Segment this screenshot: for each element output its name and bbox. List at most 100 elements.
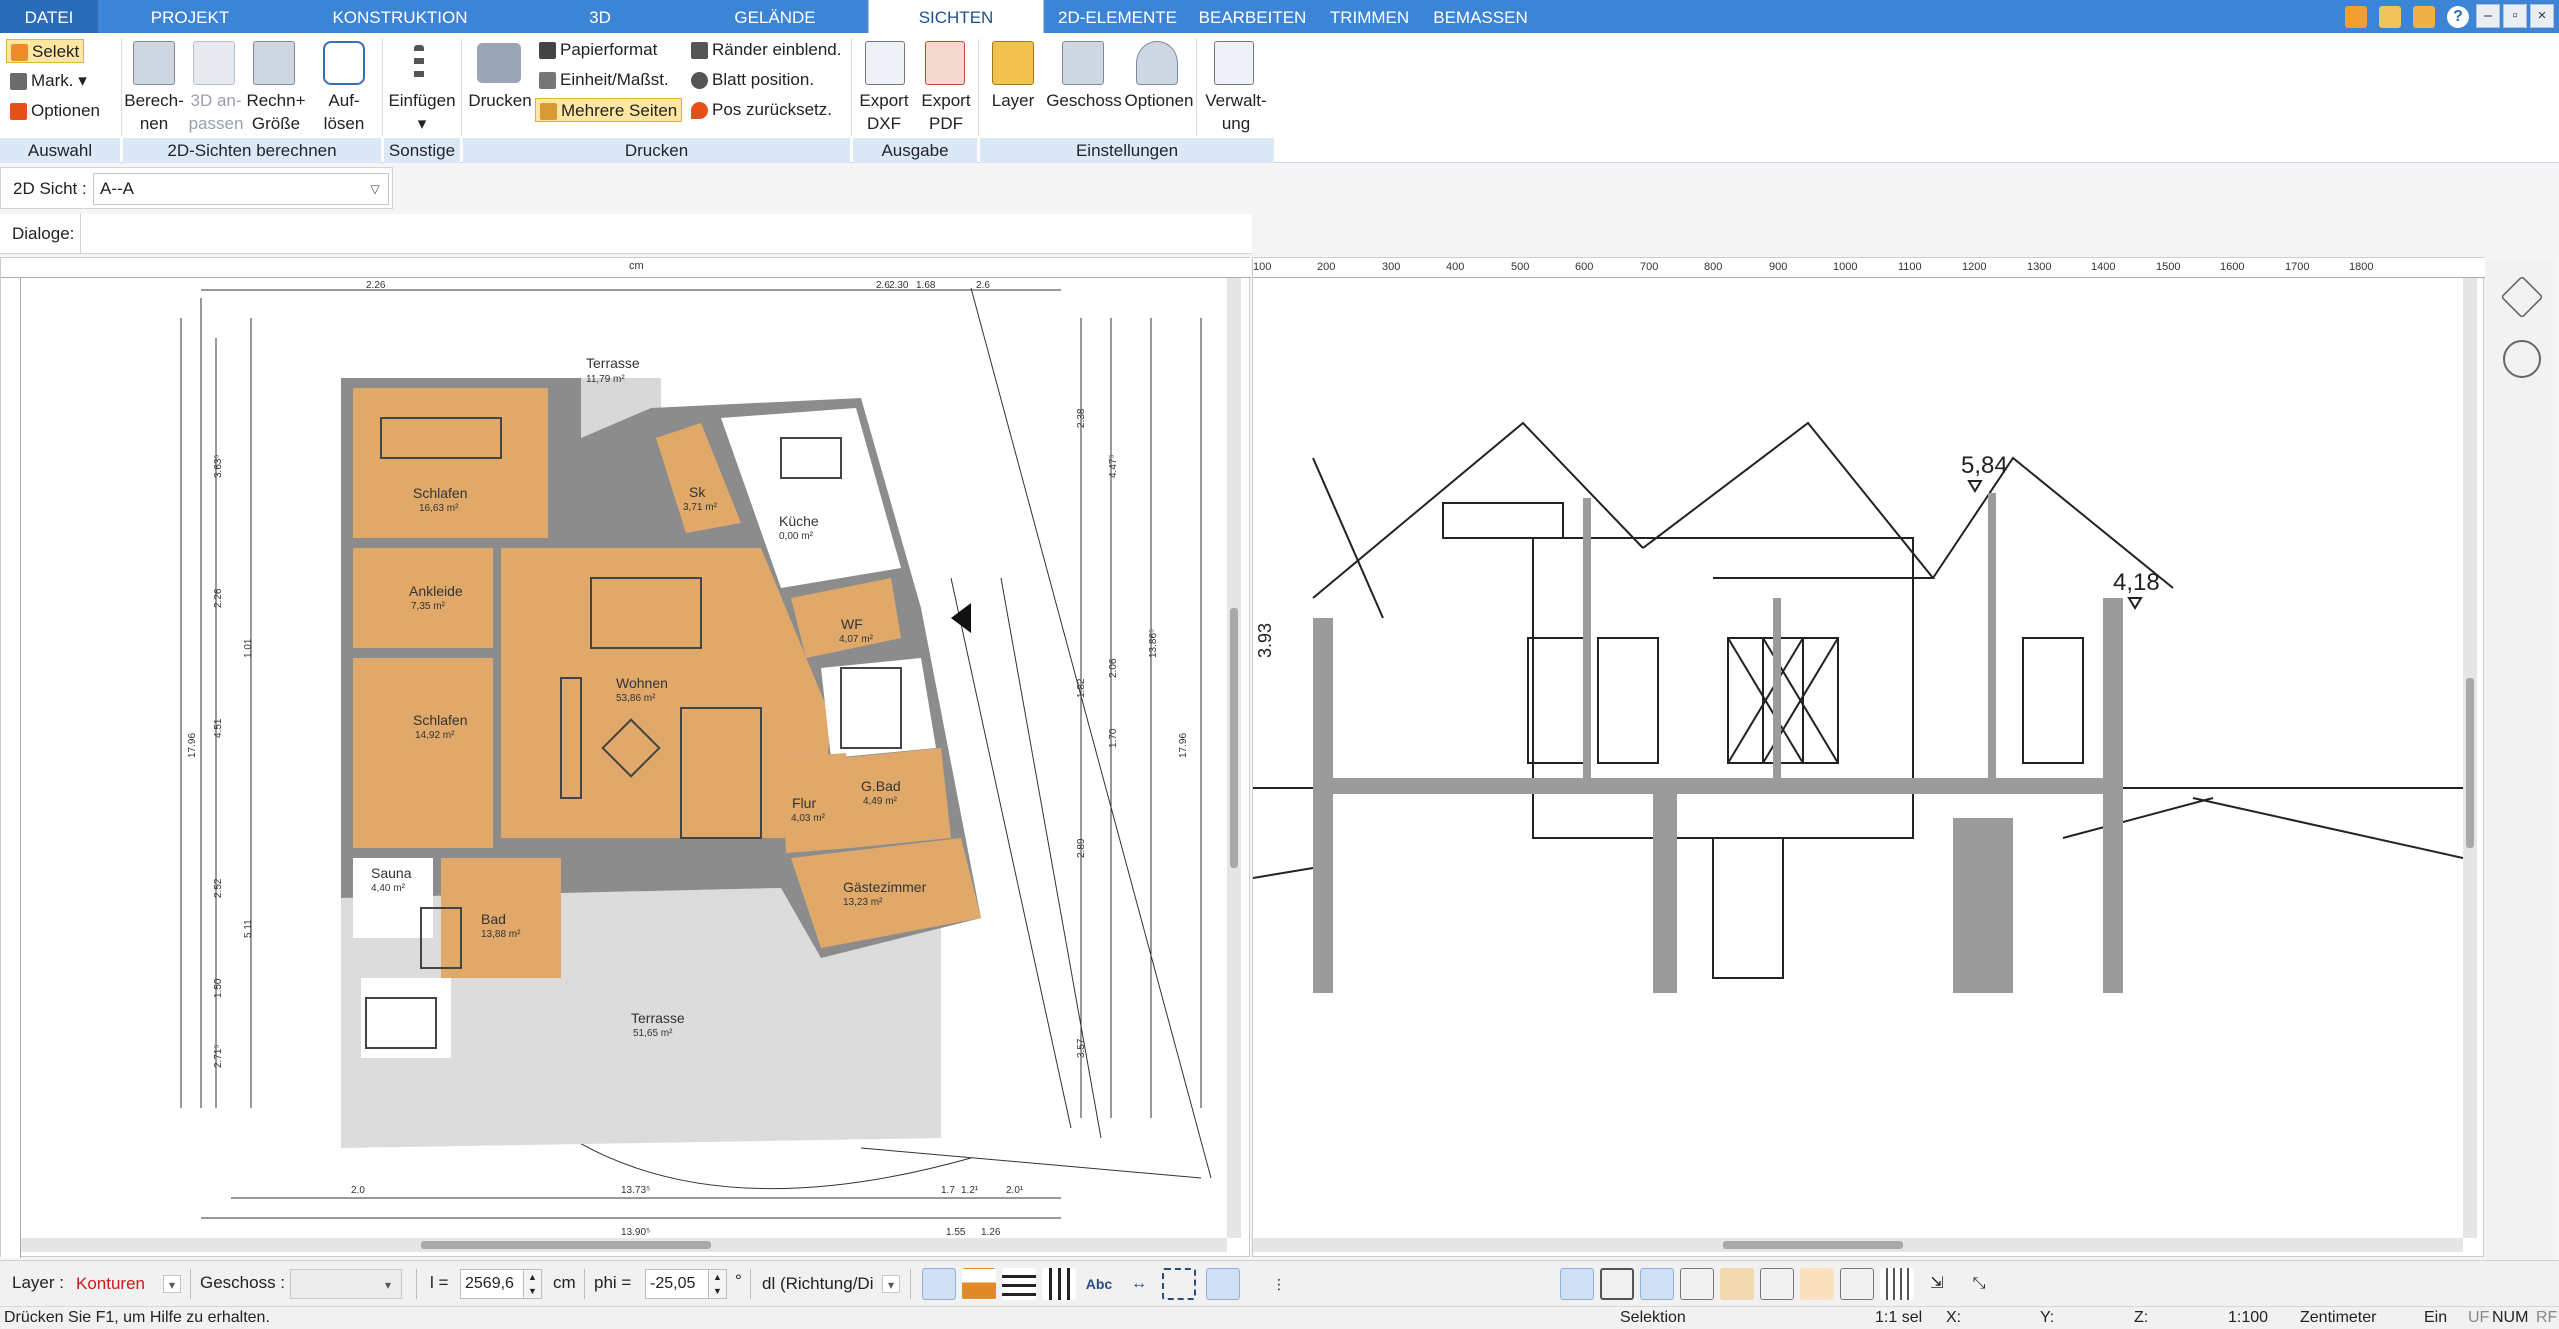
fill-tool-button[interactable] xyxy=(962,1268,996,1300)
room-label: Flur xyxy=(792,795,816,811)
length-input[interactable]: 2569,6 ▲ ▼ xyxy=(460,1269,542,1299)
scroll-thumb[interactable] xyxy=(1723,1241,1903,1249)
view-select[interactable]: A--A ▽ xyxy=(93,173,389,205)
scroll-thumb[interactable] xyxy=(421,1241,711,1249)
hatch-tool-button[interactable] xyxy=(922,1268,956,1300)
tab-sichten[interactable]: SICHTEN xyxy=(868,0,1044,33)
dimension-tool-button[interactable]: ↔ xyxy=(1122,1268,1156,1300)
ruler-label: 1400 xyxy=(2091,261,2116,273)
more-icon[interactable]: ⋮ xyxy=(1262,1268,1296,1300)
phi-input[interactable]: -25,05 ▲ ▼ xyxy=(645,1269,727,1299)
grid-view-button[interactable] xyxy=(1640,1268,1674,1300)
restore-icon[interactable]: ▫ xyxy=(2503,4,2527,28)
section-drawing[interactable]: 5,84 4,18 3.93 xyxy=(1253,278,2463,1238)
stepper-icon[interactable]: ▲ ▼ xyxy=(708,1270,726,1298)
snap-point-button[interactable] xyxy=(1840,1268,1874,1300)
snap-image-button[interactable] xyxy=(1720,1268,1754,1300)
tab-konstruktion[interactable]: KONSTRUKTION xyxy=(325,0,475,33)
reset-position-button[interactable]: Pos zurücksetz. xyxy=(691,98,832,122)
tab-3d[interactable]: 3D xyxy=(570,0,630,33)
vertical-scrollbar[interactable] xyxy=(2463,278,2477,1238)
frame-tool-button[interactable] xyxy=(1162,1268,1196,1300)
dimension-text: 13.73⁵ xyxy=(621,1185,650,1196)
view-button[interactable] xyxy=(1600,1268,1634,1300)
print-button[interactable]: Drucken xyxy=(463,89,537,112)
scroll-thumb[interactable] xyxy=(1230,608,1238,868)
snap-center-button[interactable] xyxy=(1800,1268,1834,1300)
multi-page-button[interactable]: Mehrere Seiten xyxy=(535,98,683,122)
view-toggle-button[interactable] xyxy=(1560,1268,1594,1300)
layer-select[interactable]: Konturen ▾ xyxy=(70,1269,185,1299)
zoom-extents-icon[interactable] xyxy=(2503,340,2541,378)
group-drucken: Drucken Papierformat Einheit/Maßst. Mehr… xyxy=(463,33,850,163)
show-margins-button[interactable]: Ränder einblend. xyxy=(691,38,841,62)
calculate-button[interactable]: Berech- nen xyxy=(123,89,185,135)
admin-button[interactable]: Verwalt- ung xyxy=(1198,89,1274,135)
storey-select[interactable]: ▾ xyxy=(290,1269,402,1299)
unit-scale-button[interactable]: Einheit/Maßst. xyxy=(539,68,669,92)
frame-select-button[interactable] xyxy=(1206,1268,1240,1300)
ortho-button[interactable]: ⇲ xyxy=(1920,1268,1954,1300)
chevron-down-icon[interactable]: ▾ xyxy=(882,1275,900,1293)
close-icon[interactable]: × xyxy=(2530,4,2554,28)
resolve-button[interactable]: Auf- lösen xyxy=(313,89,375,135)
stepper-icon[interactable]: ▲ ▼ xyxy=(523,1270,541,1298)
print-preview-icon[interactable] xyxy=(2413,6,2435,28)
chevron-down-icon[interactable]: ▽ xyxy=(366,180,384,198)
line-style-button[interactable] xyxy=(1042,1268,1076,1300)
rf-indicator: RF xyxy=(2536,1309,2558,1326)
chevron-down-icon[interactable]: ▾ xyxy=(163,1275,181,1293)
floor-plan-drawing[interactable]: Terrasse 11,79 m² Schlafen 16,63 m² Sk 3… xyxy=(21,278,1231,1238)
scroll-thumb[interactable] xyxy=(2466,678,2474,848)
snap-button[interactable] xyxy=(1680,1268,1714,1300)
horizontal-scrollbar[interactable] xyxy=(1253,1238,2463,1252)
tab-2d-elemente[interactable]: 2D-ELEMENTE xyxy=(1055,0,1180,33)
snap-corner-button[interactable] xyxy=(1760,1268,1794,1300)
dimension-text: 13.86⁵ xyxy=(1148,629,1159,658)
settings-options-button[interactable]: Optionen xyxy=(1122,89,1196,112)
minimize-icon[interactable]: – xyxy=(2476,4,2500,28)
group-label: Drucken xyxy=(463,138,850,163)
dimension-text: 2.0 xyxy=(351,1185,365,1196)
horizontal-scrollbar[interactable] xyxy=(21,1238,1227,1252)
divider xyxy=(910,1269,911,1299)
tab-projekt[interactable]: PROJEKT xyxy=(140,0,240,33)
group-admin: Verwalt- ung xyxy=(1198,33,1274,163)
layers-icon[interactable] xyxy=(2500,275,2544,319)
height-label: 5,84 xyxy=(1961,452,2008,479)
group-label: 2D-Sichten berechnen xyxy=(123,138,381,163)
ruler-label: 1600 xyxy=(2220,261,2245,273)
text-tool-button[interactable]: Abc xyxy=(1082,1268,1116,1300)
export-pdf-button[interactable]: Export PDF xyxy=(915,89,977,135)
view-label: 2D Sicht : xyxy=(13,179,87,198)
tab-bearbeiten[interactable]: BEARBEITEN xyxy=(1195,0,1310,33)
vertical-scrollbar[interactable] xyxy=(1227,278,1241,1238)
height-label: 4,18 xyxy=(2113,569,2160,596)
paper-format-button[interactable]: Papierformat xyxy=(539,38,657,62)
insert-button[interactable]: Einfügen ▾ xyxy=(384,89,460,135)
select-button[interactable]: Selekt xyxy=(6,39,85,63)
tab-gelaende[interactable]: GELÄNDE xyxy=(720,0,830,33)
help-icon[interactable]: ? xyxy=(2447,6,2469,28)
folder-icon[interactable] xyxy=(2379,6,2401,28)
direction-select[interactable]: dl (Richtung/Di ▾ xyxy=(756,1269,904,1299)
floor-plan-pane[interactable]: cm Terrasse 11,79 m² Schlafen 16,63 m² S… xyxy=(0,257,1251,1258)
options-button[interactable]: Optionen xyxy=(10,99,100,123)
storey-button[interactable]: Geschoss xyxy=(1046,89,1122,112)
calc-size-button[interactable]: Rechn+ Größe xyxy=(245,89,307,135)
tab-datei[interactable]: DATEI xyxy=(0,0,98,33)
grid-button[interactable] xyxy=(1880,1268,1914,1300)
tab-trimmen[interactable]: TRIMMEN xyxy=(1322,0,1417,33)
sheet-position-button[interactable]: Blatt position. xyxy=(691,68,814,92)
mark-button[interactable]: Mark. ▾ xyxy=(10,69,87,93)
adjust-3d-button[interactable]: 3D an- passen xyxy=(185,89,247,135)
tools-icon[interactable] xyxy=(2345,6,2367,28)
tab-bemassen[interactable]: BEMASSEN xyxy=(1428,0,1533,33)
section-pane[interactable]: 100 200 300 400 500 600 700 800 900 1000… xyxy=(1252,257,2485,1257)
export-dxf-button[interactable]: Export DXF xyxy=(853,89,915,135)
dimension-text: 17.96 xyxy=(187,733,198,758)
line-weight-button[interactable] xyxy=(1002,1268,1036,1300)
cursor-snap-button[interactable]: ⤡ xyxy=(1962,1268,1996,1300)
layer-button[interactable]: Layer xyxy=(980,89,1046,112)
chevron-down-icon[interactable]: ▾ xyxy=(379,1276,397,1294)
